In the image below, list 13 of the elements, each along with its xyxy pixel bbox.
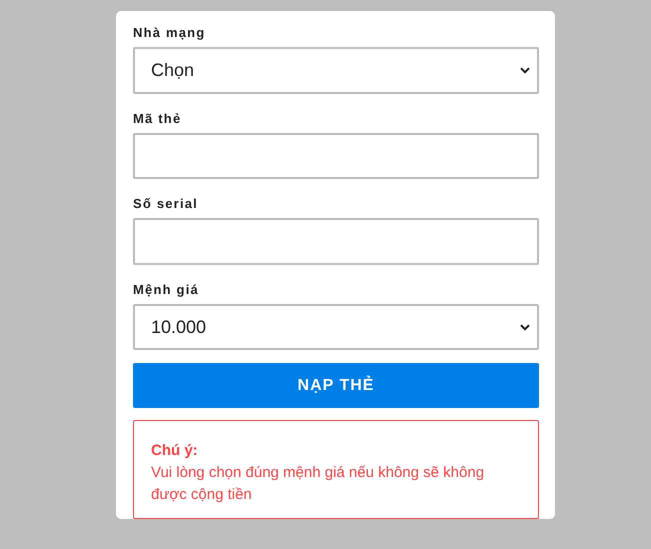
chevron-down-icon [520,324,530,330]
notice-title: Chú ý: [151,440,198,461]
field-label: Nhà mạng [133,25,206,41]
field-label: Số serial [133,196,198,212]
field-label: Mệnh giá [133,282,199,298]
input-field[interactable] [133,218,539,265]
input-field[interactable] [133,132,539,180]
select-field[interactable]: 10.000 [133,304,539,350]
notice-text: Vui lòng chọn đúng mệnh giá nếu không sẽ không được cộng tiền [151,462,486,505]
field-label: Mã thẻ [133,110,182,127]
submit-button[interactable]: NẠP THẺ [133,363,539,408]
chevron-down-icon [520,66,530,74]
select-field[interactable]: Chọn [133,47,539,94]
